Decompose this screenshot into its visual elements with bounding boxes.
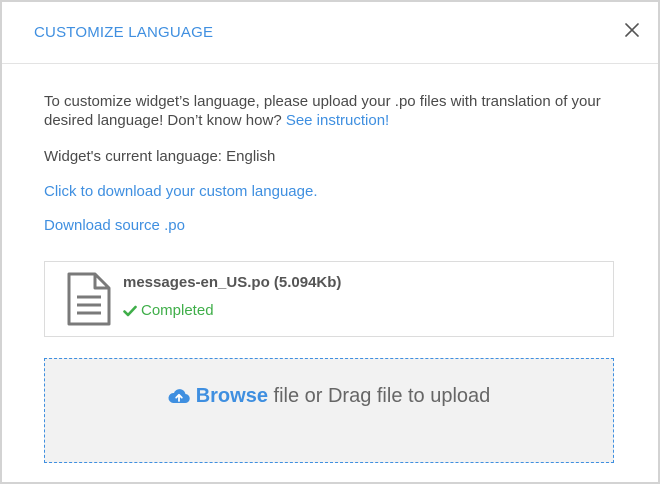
close-icon[interactable] bbox=[622, 20, 642, 40]
file-text-icon bbox=[65, 271, 113, 327]
browse-link[interactable]: Browse bbox=[196, 385, 268, 407]
download-source-po-link[interactable]: Download source .po bbox=[44, 216, 185, 235]
upload-status-label: Completed bbox=[141, 302, 214, 319]
intro-paragraph: To customize widget’s language, please u… bbox=[44, 92, 614, 130]
see-instruction-link[interactable]: See instruction! bbox=[286, 112, 389, 129]
upload-status: Completed bbox=[123, 302, 214, 319]
dialog-header: CUSTOMIZE LANGUAGE bbox=[2, 2, 658, 64]
uploaded-file-card: messages-en_US.po (5.094Kb) Completed bbox=[44, 261, 614, 337]
dropzone-text: file or Drag file to upload bbox=[267, 385, 491, 407]
file-dropzone[interactable]: Browse file or Drag file to upload bbox=[44, 358, 614, 463]
current-language-text: Widget's current language: English bbox=[44, 148, 276, 165]
file-name: messages-en_US.po (5.094Kb) bbox=[123, 274, 342, 291]
check-icon bbox=[123, 304, 137, 317]
customize-language-dialog: CUSTOMIZE LANGUAGE To customize widget’s… bbox=[0, 0, 660, 484]
dialog-title: CUSTOMIZE LANGUAGE bbox=[34, 24, 214, 41]
dropzone-content: Browse file or Drag file to upload bbox=[45, 385, 613, 408]
download-custom-language-link[interactable]: Click to download your custom language. bbox=[44, 182, 318, 201]
cloud-upload-icon bbox=[168, 387, 190, 403]
